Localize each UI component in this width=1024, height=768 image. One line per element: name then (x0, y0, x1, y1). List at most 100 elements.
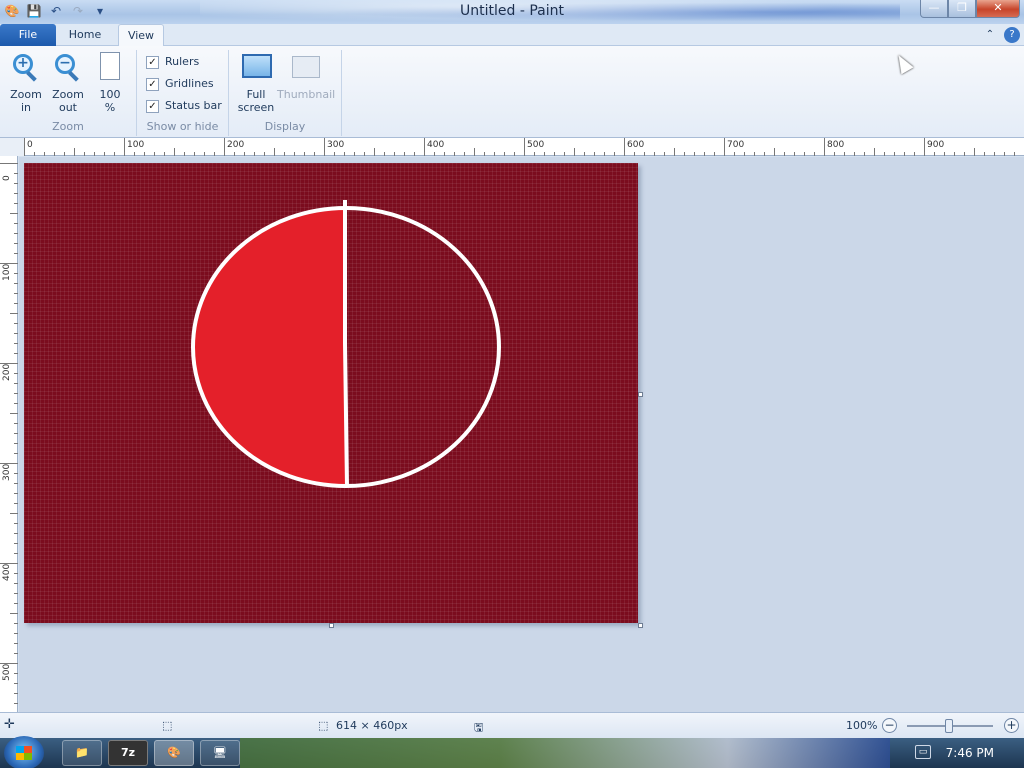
display-group-title: Display (264, 120, 306, 133)
zoom-level: 100% (846, 719, 878, 732)
ruler-minor-tick (194, 152, 195, 156)
clock[interactable]: 7:46 PM (946, 746, 994, 760)
status-bar-checkbox[interactable]: ✓ Status bar (146, 98, 222, 114)
ruler-minor-tick (444, 152, 445, 156)
minimize-button[interactable]: — (920, 0, 948, 18)
ruler-minor-tick (534, 152, 535, 156)
selection-size-icon: ⬚ (162, 719, 173, 732)
7zip-icon[interactable]: 7z (108, 740, 148, 766)
resize-handle-right[interactable] (638, 392, 643, 397)
zoom-out-slider-button[interactable]: − (882, 718, 897, 733)
ruler-minor-tick (384, 152, 385, 156)
ruler-label: 900 (927, 140, 945, 150)
ruler-minor-tick (204, 152, 205, 156)
ruler-minor-tick (14, 303, 18, 304)
zoom-slider-knob[interactable] (945, 719, 953, 733)
tab-home[interactable]: Home (60, 24, 110, 46)
ruler-minor-tick (14, 673, 18, 674)
ruler-major-tick (524, 138, 525, 156)
ruler-major-tick (624, 138, 625, 156)
full-screen-button[interactable]: Full screen (235, 52, 277, 114)
ruler-minor-tick (554, 152, 555, 156)
ruler-label: 0 (27, 140, 33, 150)
ruler-minor-tick (294, 152, 295, 156)
display-group: Full screen Thumbnail Display (229, 50, 342, 136)
taskbar-background (240, 738, 890, 768)
ruler-minor-tick (484, 152, 485, 156)
ruler-minor-tick (174, 148, 175, 156)
start-button[interactable] (4, 736, 44, 768)
ruler-major-tick (124, 138, 125, 156)
ruler-minor-tick (14, 383, 18, 384)
restore-button[interactable]: ❐ (948, 0, 976, 18)
gridlines-check-icon[interactable]: ✓ (146, 77, 159, 91)
ruler-major-tick (224, 138, 225, 156)
zoom-out-button[interactable]: − Zoom out (48, 52, 88, 114)
tab-view[interactable]: View (118, 24, 164, 47)
ruler-minor-tick (14, 253, 18, 254)
ruler-minor-tick (954, 152, 955, 156)
ruler-major-tick (824, 138, 825, 156)
ruler-minor-tick (304, 152, 305, 156)
close-button[interactable]: ✕ (976, 0, 1020, 18)
ruler-minor-tick (314, 152, 315, 156)
ruler-minor-tick (74, 148, 75, 156)
ruler-minor-tick (544, 152, 545, 156)
ruler-minor-tick (774, 148, 775, 156)
network-icon[interactable]: ▭ (915, 745, 931, 759)
help-icon[interactable]: ? (1004, 27, 1020, 43)
remote-desktop-icon[interactable]: 🖥 (200, 740, 240, 766)
ruler-minor-tick (704, 152, 705, 156)
ruler-minor-tick (404, 152, 405, 156)
tab-file[interactable]: File (0, 24, 56, 46)
ruler-label: 800 (827, 140, 845, 150)
minimize-ribbon-icon[interactable]: ⌃ (982, 27, 998, 43)
explorer-icon[interactable]: 📁 (62, 740, 102, 766)
ruler-minor-tick (14, 553, 18, 554)
ruler-label: 100 (127, 140, 145, 150)
zoom-group-title: Zoom (52, 120, 84, 133)
resize-handle-bottom[interactable] (329, 623, 334, 628)
ruler-minor-tick (944, 152, 945, 156)
vertical-ruler: 0 100 200 300 400 500 (0, 156, 18, 712)
ruler-major-tick (24, 138, 25, 156)
ruler-label: 100 (2, 263, 12, 281)
ruler-minor-tick (14, 533, 18, 534)
gridlines-label: Gridlines (165, 77, 214, 90)
rulers-checkbox[interactable]: ✓ Rulers (146, 54, 199, 70)
canvas-size: 614 × 460px (336, 719, 408, 732)
ruler-label: 400 (2, 563, 12, 581)
zoom-group: + Zoom in − Zoom out 100 % Zoom (0, 50, 137, 136)
ruler-minor-tick (14, 393, 18, 394)
ruler-minor-tick (694, 152, 695, 156)
resize-handle-corner[interactable] (638, 623, 643, 628)
ruler-minor-tick (264, 152, 265, 156)
ruler-minor-tick (374, 148, 375, 156)
gridlines-checkbox[interactable]: ✓ Gridlines (146, 76, 214, 92)
ruler-minor-tick (14, 373, 18, 374)
ruler-minor-tick (234, 152, 235, 156)
ruler-major-tick (0, 163, 18, 164)
red-half-circle (194, 209, 347, 486)
thumbnail-button[interactable]: Thumbnail (277, 52, 335, 101)
actual-size-button[interactable]: 100 % (90, 52, 130, 114)
ruler-minor-tick (14, 623, 18, 624)
paint-icon[interactable]: 🎨 (154, 740, 194, 766)
zoom-in-slider-button[interactable]: + (1004, 718, 1019, 733)
ruler-minor-tick (14, 683, 18, 684)
ruler-minor-tick (144, 152, 145, 156)
ribbon-right-controls: ⌃ ? (982, 27, 1020, 43)
ruler-minor-tick (394, 152, 395, 156)
ruler-minor-tick (10, 213, 18, 214)
ruler-minor-tick (984, 152, 985, 156)
status-bar-check-icon[interactable]: ✓ (146, 99, 159, 113)
ruler-minor-tick (354, 152, 355, 156)
drawing-canvas[interactable] (24, 163, 638, 623)
zoom-out-icon: − (52, 52, 84, 84)
ruler-label: 200 (2, 363, 12, 381)
ruler-minor-tick (184, 152, 185, 156)
rulers-check-icon[interactable]: ✓ (146, 55, 159, 69)
ruler-minor-tick (894, 152, 895, 156)
zoom-in-button[interactable]: + Zoom in (6, 52, 46, 114)
ruler-label: 200 (227, 140, 245, 150)
